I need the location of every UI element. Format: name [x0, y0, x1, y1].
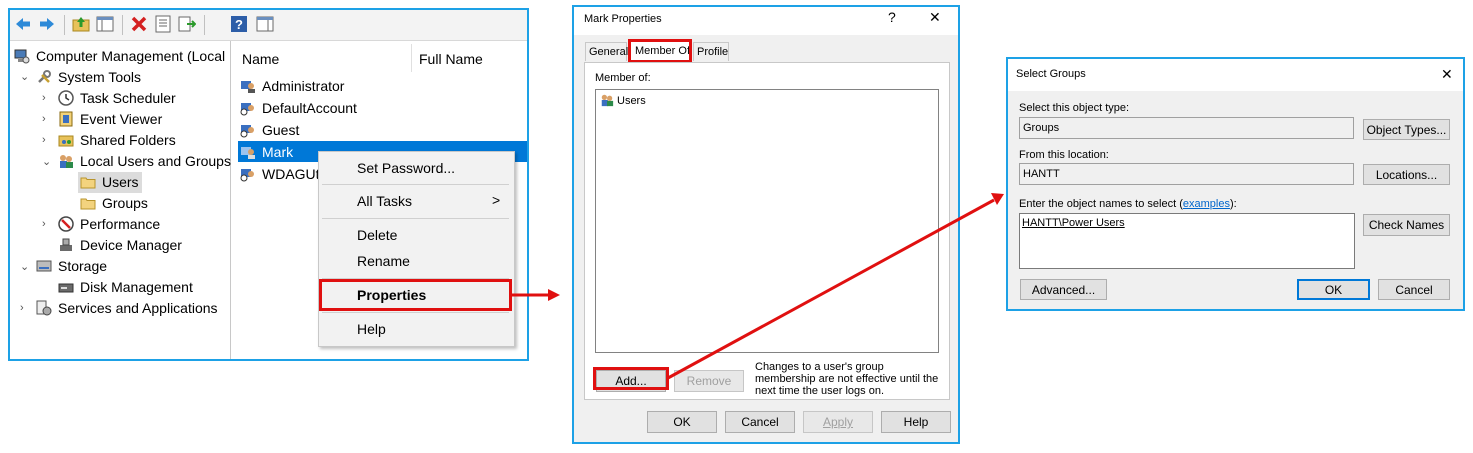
arrow-add-to-select-groups — [667, 198, 995, 380]
arrow-head — [548, 289, 560, 301]
callout-arrows — [512, 193, 1004, 380]
